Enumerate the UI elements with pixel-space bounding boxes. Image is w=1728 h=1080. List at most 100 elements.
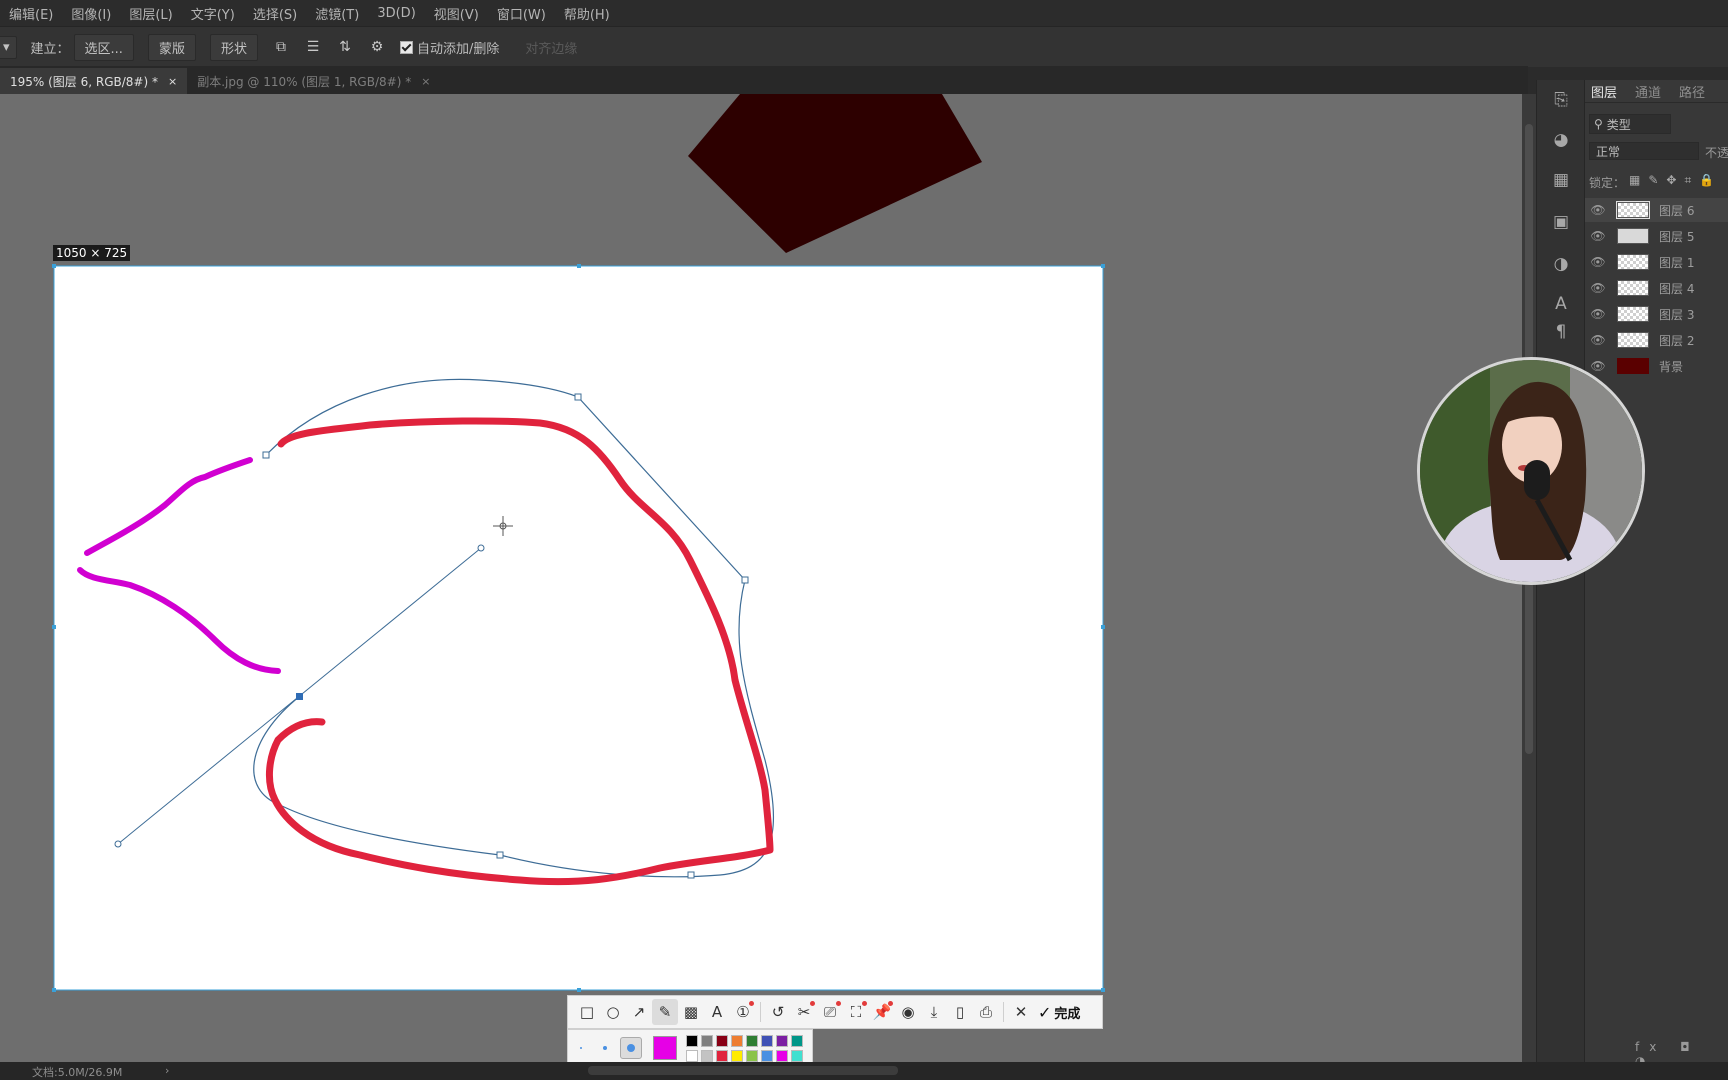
menu-window[interactable]: 窗口(W) <box>488 4 555 23</box>
menu-view[interactable]: 视图(V) <box>425 4 488 23</box>
tab-paths[interactable]: 路径 <box>1679 82 1705 101</box>
menu-layer[interactable]: 图层(L) <box>120 4 181 23</box>
current-color-swatch[interactable] <box>653 1036 677 1060</box>
tab-copy-jpg[interactable]: 副本.jpg @ 110% (图层 1, RGB/8#) * × <box>187 68 440 94</box>
save-icon[interactable]: ▯ <box>947 999 973 1025</box>
auto-add-delete-checkbox[interactable]: 自动添加/删除 <box>399 38 499 57</box>
color-swatch-darkred[interactable] <box>716 1035 728 1047</box>
color-swatch-green[interactable] <box>746 1035 758 1047</box>
opacity-label: 不透 <box>1705 146 1728 160</box>
gear-icon[interactable]: ⚙ <box>368 38 386 56</box>
color-swatch-yellow[interactable] <box>731 1050 743 1062</box>
color-swatch-orange[interactable] <box>731 1035 743 1047</box>
layer-filter-select[interactable]: ⚲ 类型 <box>1589 114 1671 134</box>
selection-size-label: 1050 × 725 <box>53 245 131 261</box>
align-edges-option[interactable]: 对齐边缘 <box>525 38 577 57</box>
layer-row[interactable]: 👁 图层 4 <box>1585 276 1728 300</box>
layer-row[interactable]: 👁 图层 5 <box>1585 224 1728 248</box>
close-icon[interactable]: ✕ <box>1008 999 1034 1025</box>
color-swatch-magenta[interactable] <box>776 1050 788 1062</box>
adjustments-icon[interactable]: ◑ <box>1549 252 1573 276</box>
eye-icon[interactable]: 👁 <box>1589 307 1607 321</box>
color-swatch-black[interactable] <box>686 1035 698 1047</box>
tab-layers[interactable]: 图层 <box>1591 82 1617 101</box>
bookmark-icon[interactable]: ⎙ <box>973 999 999 1025</box>
webcam-overlay <box>1417 357 1645 585</box>
status-arrow-icon[interactable]: › <box>165 1064 169 1077</box>
tab-layer6[interactable]: 195% (图层 6, RGB/8#) * × <box>0 68 188 94</box>
layer-row[interactable]: 👁 背景 <box>1585 354 1728 378</box>
mosaic-icon[interactable]: ▩ <box>678 999 704 1025</box>
color-swatch-gray[interactable] <box>701 1035 713 1047</box>
mask-button[interactable]: 蒙版 <box>147 33 196 61</box>
menu-help[interactable]: 帮助(H) <box>555 4 619 23</box>
layer-row[interactable]: 👁 图层 3 <box>1585 302 1728 326</box>
document-size[interactable]: 文档:5.0M/26.9M <box>32 1064 122 1080</box>
lock-icons[interactable]: ▦✎✥⌗🔒 <box>1629 173 1722 188</box>
scan-icon[interactable]: ⛶ <box>843 999 869 1025</box>
record-icon[interactable]: ◉ <box>895 999 921 1025</box>
color-icon[interactable]: ◕ <box>1549 128 1573 152</box>
eye-icon[interactable]: 👁 <box>1589 333 1607 347</box>
canvas-drawing[interactable] <box>0 94 1522 1062</box>
undo-icon[interactable]: ↺ <box>765 999 791 1025</box>
horizontal-scrollbar[interactable] <box>588 1066 898 1075</box>
character-icon[interactable]: A <box>1549 292 1573 316</box>
path-alignment-icon[interactable]: ☰ <box>304 38 322 56</box>
color-swatch-white[interactable] <box>686 1050 698 1062</box>
history-icon[interactable]: ⎘ <box>1549 88 1573 112</box>
menu-edit[interactable]: 编辑(E) <box>0 4 62 23</box>
brush-size-large[interactable] <box>620 1037 642 1059</box>
eye-icon[interactable]: 👁 <box>1589 281 1607 295</box>
done-button[interactable]: ✓ 完成 <box>1038 1003 1080 1022</box>
eye-icon[interactable]: 👁 <box>1589 255 1607 269</box>
menu-type[interactable]: 文字(Y) <box>182 4 244 23</box>
color-swatch-teal[interactable] <box>791 1035 803 1047</box>
swatches-icon[interactable]: ▦ <box>1549 168 1573 192</box>
tool-mode-select[interactable]: ▾ <box>0 35 17 59</box>
eye-icon[interactable]: 👁 <box>1589 203 1607 217</box>
layer-row[interactable]: 👁 图层 6 <box>1585 198 1728 222</box>
color-swatch-purple[interactable] <box>776 1035 788 1047</box>
shape-button[interactable]: 形状 <box>209 33 258 61</box>
selection-button[interactable]: 选区... <box>73 33 134 61</box>
active-anchor-point[interactable] <box>296 693 303 700</box>
brush-size-small[interactable] <box>580 1047 582 1049</box>
menu-select[interactable]: 选择(S) <box>244 4 306 23</box>
number-icon[interactable]: ① <box>730 999 756 1025</box>
pencil-icon[interactable]: ✎ <box>652 999 678 1025</box>
pin-icon[interactable]: 📌 <box>869 999 895 1025</box>
ellipse-icon[interactable]: ○ <box>600 999 626 1025</box>
color-swatch-red[interactable] <box>716 1050 728 1062</box>
translate-icon[interactable]: ⎚ <box>817 999 843 1025</box>
arrow-icon[interactable]: ↗ <box>626 999 652 1025</box>
menu-filter[interactable]: 滤镜(T) <box>306 4 368 23</box>
tab-channels[interactable]: 通道 <box>1635 82 1661 101</box>
lock-label: 锁定： <box>1589 176 1626 190</box>
color-swatch-skyblue[interactable] <box>761 1050 773 1062</box>
rectangle-icon[interactable]: □ <box>574 999 600 1025</box>
close-icon[interactable]: × <box>421 75 430 88</box>
brush-size-medium[interactable] <box>603 1046 607 1050</box>
color-swatch-blue[interactable] <box>761 1035 773 1047</box>
libraries-icon[interactable]: ▣ <box>1549 210 1573 234</box>
menu-3d[interactable]: 3D(D) <box>368 6 424 21</box>
color-swatch-cyan[interactable] <box>791 1050 803 1062</box>
menu-image[interactable]: 图像(I) <box>62 4 120 23</box>
layer-row[interactable]: 👁 图层 2 <box>1585 328 1728 352</box>
color-swatch-lime[interactable] <box>746 1050 758 1062</box>
layer-row[interactable]: 👁 图层 1 <box>1585 250 1728 274</box>
download-icon[interactable]: ⤓ <box>921 999 947 1025</box>
text-icon[interactable]: A <box>704 999 730 1025</box>
path-arrangement-icon[interactable]: ⇅ <box>336 38 354 56</box>
blend-mode-select[interactable]: 正常 <box>1589 142 1699 160</box>
color-swatch-lightgray[interactable] <box>701 1050 713 1062</box>
close-icon[interactable]: × <box>168 75 177 88</box>
status-bar: 文档:5.0M/26.9M › <box>0 1062 1728 1080</box>
eye-icon[interactable]: 👁 <box>1589 359 1607 373</box>
paragraph-icon[interactable]: ¶ <box>1549 320 1573 344</box>
eye-icon[interactable]: 👁 <box>1589 229 1607 243</box>
canvas-area[interactable]: 1050 × 725 <box>0 94 1522 1062</box>
path-operations-icon[interactable]: ⧉ <box>272 38 290 56</box>
crop-icon[interactable]: ✂ <box>791 999 817 1025</box>
